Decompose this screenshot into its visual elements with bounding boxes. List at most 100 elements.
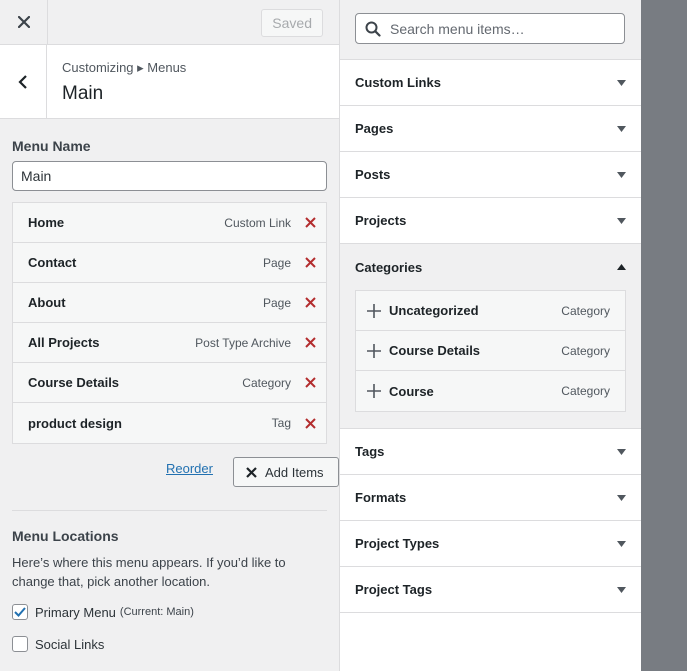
panel-pages[interactable]: Pages — [340, 106, 641, 152]
categories-content: Uncategorized Category Course Details Ca… — [340, 290, 641, 429]
back-button[interactable] — [0, 45, 47, 118]
menu-item[interactable]: Course Details Category — [13, 363, 326, 403]
menu-locations-description: Here’s where this menu appears. If you’d… — [12, 555, 286, 589]
panel-label: Categories — [355, 259, 423, 275]
menu-item-type: Post Type Archive — [195, 335, 291, 350]
panel-label: Project Tags — [355, 582, 433, 597]
panel-tags[interactable]: Tags — [340, 429, 641, 475]
menu-items-list: Home Custom Link Contact Page About Page… — [12, 202, 327, 444]
caret-up-icon — [617, 264, 626, 270]
delete-icon[interactable] — [304, 257, 316, 269]
menu-item-type: Custom Link — [224, 215, 291, 230]
divider — [12, 510, 327, 511]
menu-item[interactable]: Contact Page — [13, 243, 326, 283]
menu-actions: Reorder Add Items — [12, 444, 339, 494]
menu-name-label: Menu Name — [12, 138, 91, 154]
menu-name-input[interactable]: Main — [12, 161, 327, 191]
menu-item-type: Page — [262, 255, 291, 270]
menu-item-title: Course Details — [28, 375, 120, 390]
panel-project-types[interactable]: Project Types — [340, 521, 641, 567]
preview-overlay — [641, 0, 687, 671]
panel-project-tags[interactable]: Project Tags — [340, 567, 641, 613]
list-item[interactable]: Course Details Category — [356, 331, 625, 371]
close-button[interactable] — [0, 0, 48, 44]
location-social-links[interactable]: Social Links — [12, 635, 327, 653]
caret-down-icon — [617, 448, 626, 455]
category-title: Uncategorized — [389, 303, 479, 318]
checkmark-icon — [14, 607, 26, 617]
customizer-sidebar: Saved Customizing ▸ Menus Main Menu Name… — [0, 0, 340, 671]
customizer-topbar: Saved — [0, 0, 339, 45]
menu-item-title: All Projects — [28, 335, 100, 350]
menu-item-title: product design — [28, 415, 122, 431]
menu-item[interactable]: All Projects Post Type Archive — [13, 323, 326, 363]
caret-down-icon — [617, 125, 626, 132]
delete-icon[interactable] — [304, 217, 316, 229]
caret-down-icon — [617, 494, 626, 501]
category-type: Category — [561, 384, 610, 398]
menu-item-type: Category — [242, 375, 291, 390]
caret-down-icon — [617, 79, 626, 86]
close-icon — [246, 466, 257, 478]
plus-icon[interactable] — [367, 384, 381, 398]
category-type: Category — [561, 343, 610, 358]
breadcrumb: Customizing ▸ Menus — [62, 60, 187, 75]
panel-categories[interactable]: Categories — [340, 244, 641, 290]
panel-custom-links[interactable]: Custom Links — [340, 60, 641, 106]
social-links-checkbox[interactable] — [12, 636, 28, 652]
panel-label: Formats — [355, 490, 407, 505]
panel-label: Tags — [355, 444, 385, 459]
menu-item[interactable]: product design Tag — [13, 403, 326, 443]
location-label: Primary Menu — [35, 604, 116, 620]
panel-posts[interactable]: Posts — [340, 152, 641, 198]
primary-menu-checkbox[interactable] — [12, 604, 28, 620]
menu-item[interactable]: Home Custom Link — [13, 203, 326, 243]
delete-icon[interactable] — [304, 417, 316, 429]
menu-locations-title: Menu Locations — [12, 528, 119, 544]
panel-label: Custom Links — [355, 75, 441, 90]
panel-label: Project Types — [355, 536, 440, 551]
search-placeholder: Search menu items… — [390, 20, 525, 37]
location-note: (Current: Main) — [119, 606, 194, 618]
caret-down-icon — [617, 171, 626, 178]
location-label: Social Links — [35, 636, 105, 652]
reorder-link[interactable]: Reorder — [166, 461, 213, 476]
list-item[interactable]: Course Category — [356, 371, 625, 411]
list-item[interactable]: Uncategorized Category — [356, 291, 625, 331]
menu-item-title: About — [28, 295, 66, 310]
categories-list: Uncategorized Category Course Details Ca… — [355, 290, 626, 412]
chevron-left-icon — [18, 74, 27, 89]
search-bar: Search menu items… — [340, 0, 641, 60]
menu-item-title: Contact — [28, 255, 77, 270]
add-items-label: Add Items — [265, 464, 324, 480]
caret-down-icon — [617, 586, 626, 593]
plus-icon[interactable] — [367, 343, 381, 358]
caret-down-icon — [617, 217, 626, 224]
caret-down-icon — [617, 540, 626, 547]
menu-item-title: Home — [28, 215, 65, 230]
panel-label: Pages — [355, 121, 394, 136]
menu-item-type: Tag — [271, 416, 291, 430]
panel-label: Projects — [355, 213, 407, 228]
delete-icon[interactable] — [304, 297, 316, 309]
search-input[interactable]: Search menu items… — [355, 13, 625, 44]
saved-button[interactable]: Saved — [261, 9, 323, 37]
close-icon — [17, 16, 30, 28]
add-items-button[interactable]: Add Items — [233, 457, 339, 487]
search-icon — [365, 21, 381, 37]
category-title: Course — [389, 383, 434, 399]
plus-icon[interactable] — [367, 303, 381, 318]
section-header: Customizing ▸ Menus Main — [0, 45, 339, 119]
panel-formats[interactable]: Formats — [340, 475, 641, 521]
page-title: Main — [62, 83, 104, 104]
delete-icon[interactable] — [304, 337, 316, 349]
available-menu-items-panel: Search menu items… Custom Links Pages Po… — [340, 0, 641, 671]
panel-label: Posts — [355, 167, 391, 182]
menu-item-type: Page — [262, 295, 291, 310]
menu-item[interactable]: About Page — [13, 283, 326, 323]
location-primary-menu[interactable]: Primary Menu (Current: Main) — [12, 603, 327, 621]
category-type: Category — [561, 303, 610, 318]
delete-icon[interactable] — [304, 377, 316, 389]
panel-projects[interactable]: Projects — [340, 198, 641, 244]
category-title: Course Details — [389, 343, 481, 358]
